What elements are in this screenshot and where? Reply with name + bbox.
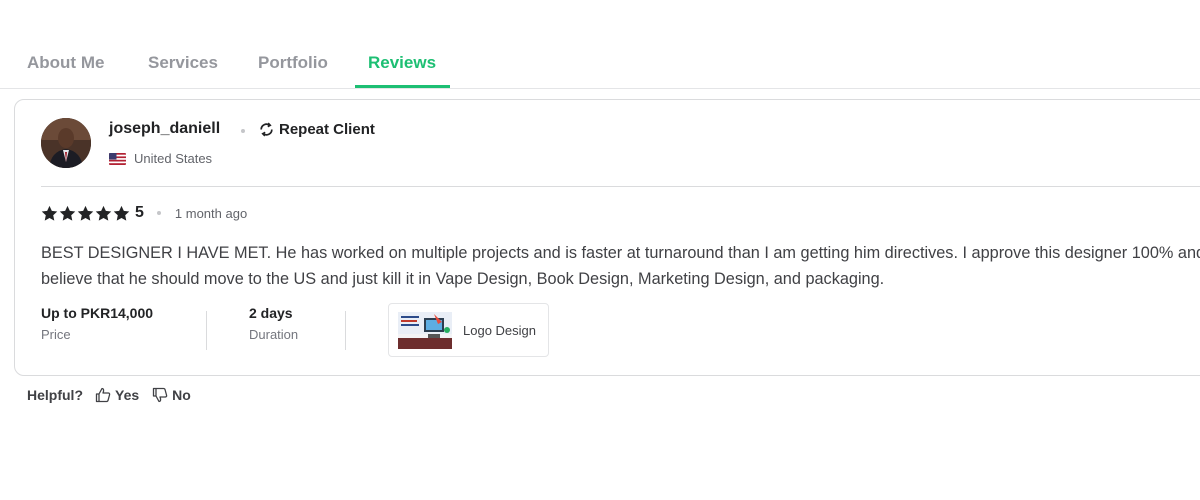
meta-divider: [345, 311, 346, 350]
helpful-no-button[interactable]: No: [152, 387, 191, 403]
avatar[interactable]: [41, 118, 91, 168]
thumbs-up-icon: [95, 387, 111, 403]
review-card: joseph_daniell Repeat Client United Stat…: [14, 99, 1200, 376]
review-text: BEST DESIGNER I HAVE MET. He has worked …: [41, 244, 1200, 288]
country-name: United States: [134, 151, 213, 166]
reviewer-country: United States: [109, 151, 212, 166]
meta-divider: [206, 311, 207, 350]
tab-portfolio[interactable]: Portfolio: [258, 53, 328, 73]
separator-dot: [156, 211, 161, 215]
rating-row: 5 1 month ago: [41, 204, 247, 222]
duration-value: 2 days: [249, 305, 293, 321]
tab-about-me[interactable]: About Me: [27, 53, 104, 73]
helpful-yes-button[interactable]: Yes: [95, 387, 139, 403]
repeat-icon: [260, 122, 273, 137]
helpful-row: Helpful? Yes No: [27, 387, 191, 403]
rating-value: 5: [135, 204, 144, 221]
review-time: 1 month ago: [174, 205, 248, 221]
price-block: Up to PKR14,000 Price: [41, 305, 153, 342]
thumbs-down-icon: [152, 387, 168, 403]
helpful-label: Helpful?: [27, 387, 83, 403]
helpful-no-label: No: [172, 387, 191, 403]
star-icon: [77, 205, 94, 221]
tab-reviews[interactable]: Reviews: [368, 53, 436, 73]
separator-dot: [241, 129, 245, 133]
helpful-yes-label: Yes: [115, 387, 140, 403]
duration-label: Duration: [249, 327, 299, 342]
star-rating: [41, 205, 130, 222]
repeat-client-badge: Repeat Client: [258, 121, 375, 138]
review-divider: [41, 186, 1200, 187]
star-icon: [59, 205, 76, 221]
active-tab-indicator: [355, 85, 450, 88]
star-icon: [113, 205, 130, 221]
profile-tabs: About Me Services Portfolio Reviews: [0, 0, 1200, 89]
tab-services[interactable]: Services: [148, 53, 218, 73]
star-icon: [95, 205, 112, 221]
gig-link[interactable]: Logo Design: [388, 303, 549, 357]
gig-thumbnail: [398, 311, 452, 349]
price-value: Up to PKR14,000: [41, 305, 154, 321]
us-flag-icon: [109, 152, 126, 165]
reviewer-username[interactable]: joseph_daniell: [109, 120, 220, 138]
repeat-client-label: Repeat Client: [279, 121, 375, 138]
price-label: Price: [41, 327, 71, 342]
gig-title: Logo Design: [463, 322, 536, 338]
duration-block: 2 days Duration: [249, 305, 298, 342]
star-icon: [41, 205, 58, 221]
